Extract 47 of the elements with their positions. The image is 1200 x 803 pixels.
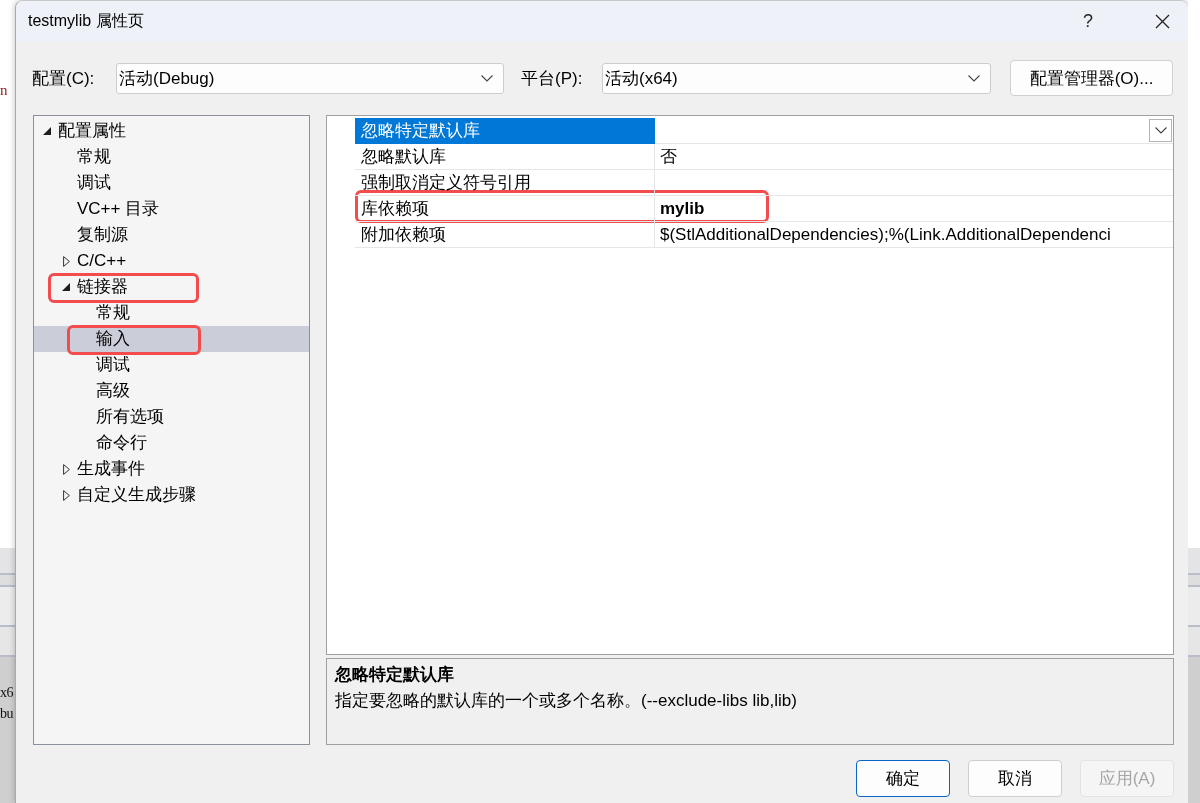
tree-item[interactable]: 调试 <box>34 170 309 196</box>
hollow-triangle-icon[interactable] <box>62 255 70 267</box>
platform-dropdown[interactable]: 活动(x64) <box>602 62 991 94</box>
property-value[interactable]: $(StlAdditionalDependencies);%(Link.AdditionalDependenci <box>655 222 1173 248</box>
background-text-fragment: x6 <box>0 684 13 702</box>
background-text-fragment: bu <box>0 705 13 723</box>
tree-item[interactable]: 复制源 <box>34 222 309 248</box>
background-text-fragment: n <box>0 81 7 100</box>
tree-item[interactable]: 生成事件 <box>34 456 309 482</box>
chevron-down-icon <box>968 74 980 82</box>
property-name[interactable]: 忽略默认库 <box>355 144 655 170</box>
tree-item[interactable]: C/C++ <box>34 248 309 274</box>
description-title: 忽略特定默认库 <box>335 664 454 686</box>
hollow-triangle-icon[interactable] <box>62 489 70 501</box>
hollow-triangle-icon[interactable] <box>62 463 70 475</box>
filled-triangle-icon[interactable] <box>62 283 70 291</box>
property-value[interactable]: 否 <box>655 144 1173 170</box>
configuration-dropdown[interactable]: 活动(Debug) <box>116 62 504 94</box>
tree-item[interactable]: 输入 <box>34 326 309 352</box>
dialog-button[interactable]: 取消 <box>968 760 1062 797</box>
property-name[interactable]: 附加依赖项 <box>355 222 655 248</box>
description-text: 指定要忽略的默认库的一个或多个名称。(--exclude-libs lib,lib) <box>335 690 797 712</box>
property-value[interactable]: mylib <box>655 196 1173 222</box>
tree-item[interactable]: VC++ 目录 <box>34 196 309 222</box>
chevron-down-icon <box>1154 127 1167 134</box>
tree-item[interactable]: 调试 <box>34 352 309 378</box>
field-label: 平台(P): <box>521 67 584 90</box>
chevron-down-icon <box>481 74 493 82</box>
property-name[interactable]: 忽略特定默认库 <box>355 118 655 144</box>
tree-item[interactable]: 链接器 <box>34 274 309 300</box>
tree-item[interactable]: 配置属性 <box>34 118 309 144</box>
tree-item[interactable]: 命令行 <box>34 430 309 456</box>
help-button[interactable]: ? <box>1065 1 1111 42</box>
dropdown-button[interactable] <box>1149 119 1172 142</box>
property-name[interactable]: 库依赖项 <box>355 196 655 222</box>
tree-item[interactable]: 常规 <box>34 144 309 170</box>
dialog-button[interactable]: 确定 <box>856 760 950 797</box>
configuration-manager-button[interactable]: 配置管理器(O)... <box>1010 60 1173 96</box>
tree-item[interactable]: 高级 <box>34 378 309 404</box>
filled-triangle-icon[interactable] <box>43 127 51 135</box>
window-title: testmylib 属性页 <box>28 11 144 31</box>
close-icon <box>1155 14 1170 29</box>
tree-item[interactable]: 常规 <box>34 300 309 326</box>
property-name[interactable]: 强制取消定义符号引用 <box>355 170 655 196</box>
tree-item[interactable]: 所有选项 <box>34 404 309 430</box>
field-label: 配置(C): <box>32 67 96 90</box>
tree-item[interactable]: 自定义生成步骤 <box>34 482 309 508</box>
